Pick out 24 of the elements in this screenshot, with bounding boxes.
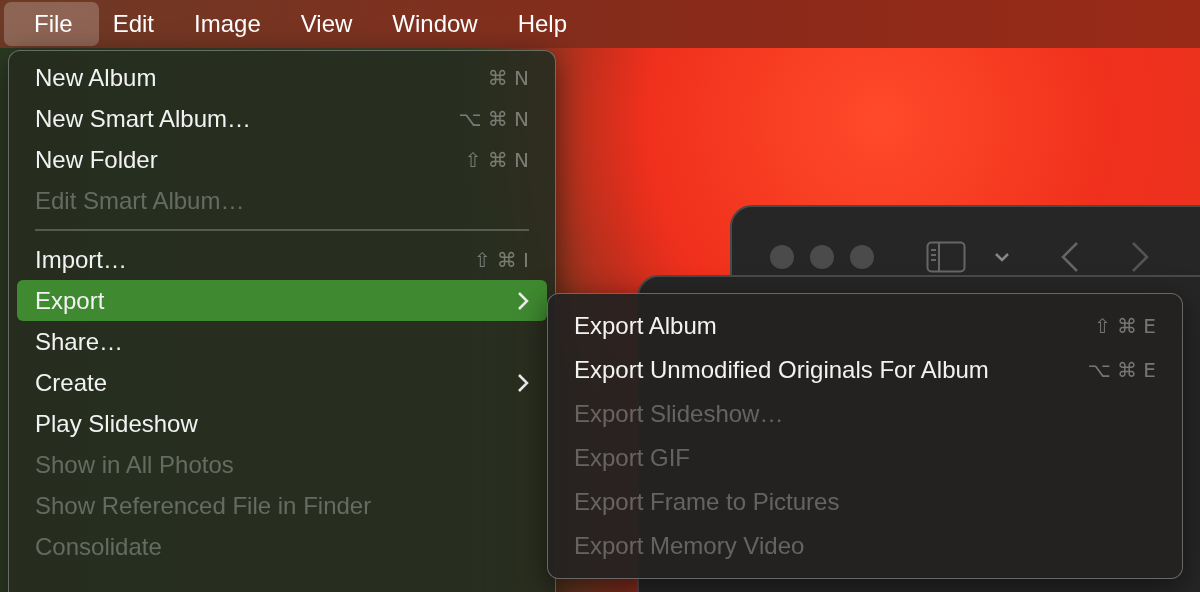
menu-item[interactable]: Export Unmodified Originals For Album ⌥ ⌘ E <box>556 348 1174 392</box>
menu-item[interactable]: Import… ⇧ ⌘ I <box>17 239 547 280</box>
menu-item[interactable]: New Album ⌘ N <box>17 57 547 98</box>
shortcut-label: ⇧ ⌘ E <box>1093 314 1156 338</box>
sidebar-icon[interactable] <box>926 241 966 273</box>
window-control-icon[interactable] <box>810 245 834 269</box>
menu-item[interactable]: New Smart Album… ⌥ ⌘ N <box>17 98 547 139</box>
window-control-icon[interactable] <box>770 245 794 269</box>
menu-item[interactable]: Create <box>17 362 547 403</box>
forward-icon[interactable] <box>1130 241 1150 273</box>
menu-item[interactable]: Play Slideshow <box>17 403 547 444</box>
window-control-icon[interactable] <box>850 245 874 269</box>
menu-item[interactable]: Export Album ⇧ ⌘ E <box>556 304 1174 348</box>
menu-item[interactable]: Share… <box>17 321 547 362</box>
shortcut-label: ⌥ ⌘ E <box>1087 358 1156 382</box>
menu-item[interactable]: New Folder ⇧ ⌘ N <box>17 139 547 180</box>
back-icon[interactable] <box>1060 241 1080 273</box>
shortcut-label: ⌥ ⌘ N <box>458 106 529 131</box>
chevron-down-icon[interactable] <box>994 252 1010 262</box>
menu-bar-item[interactable]: File <box>4 2 99 46</box>
shortcut-label: ⇧ ⌘ N <box>464 147 529 172</box>
shortcut-label: ⌘ N <box>487 65 529 90</box>
menu-item[interactable]: Export <box>17 280 547 321</box>
shortcut-label: ⇧ ⌘ I <box>473 247 529 272</box>
